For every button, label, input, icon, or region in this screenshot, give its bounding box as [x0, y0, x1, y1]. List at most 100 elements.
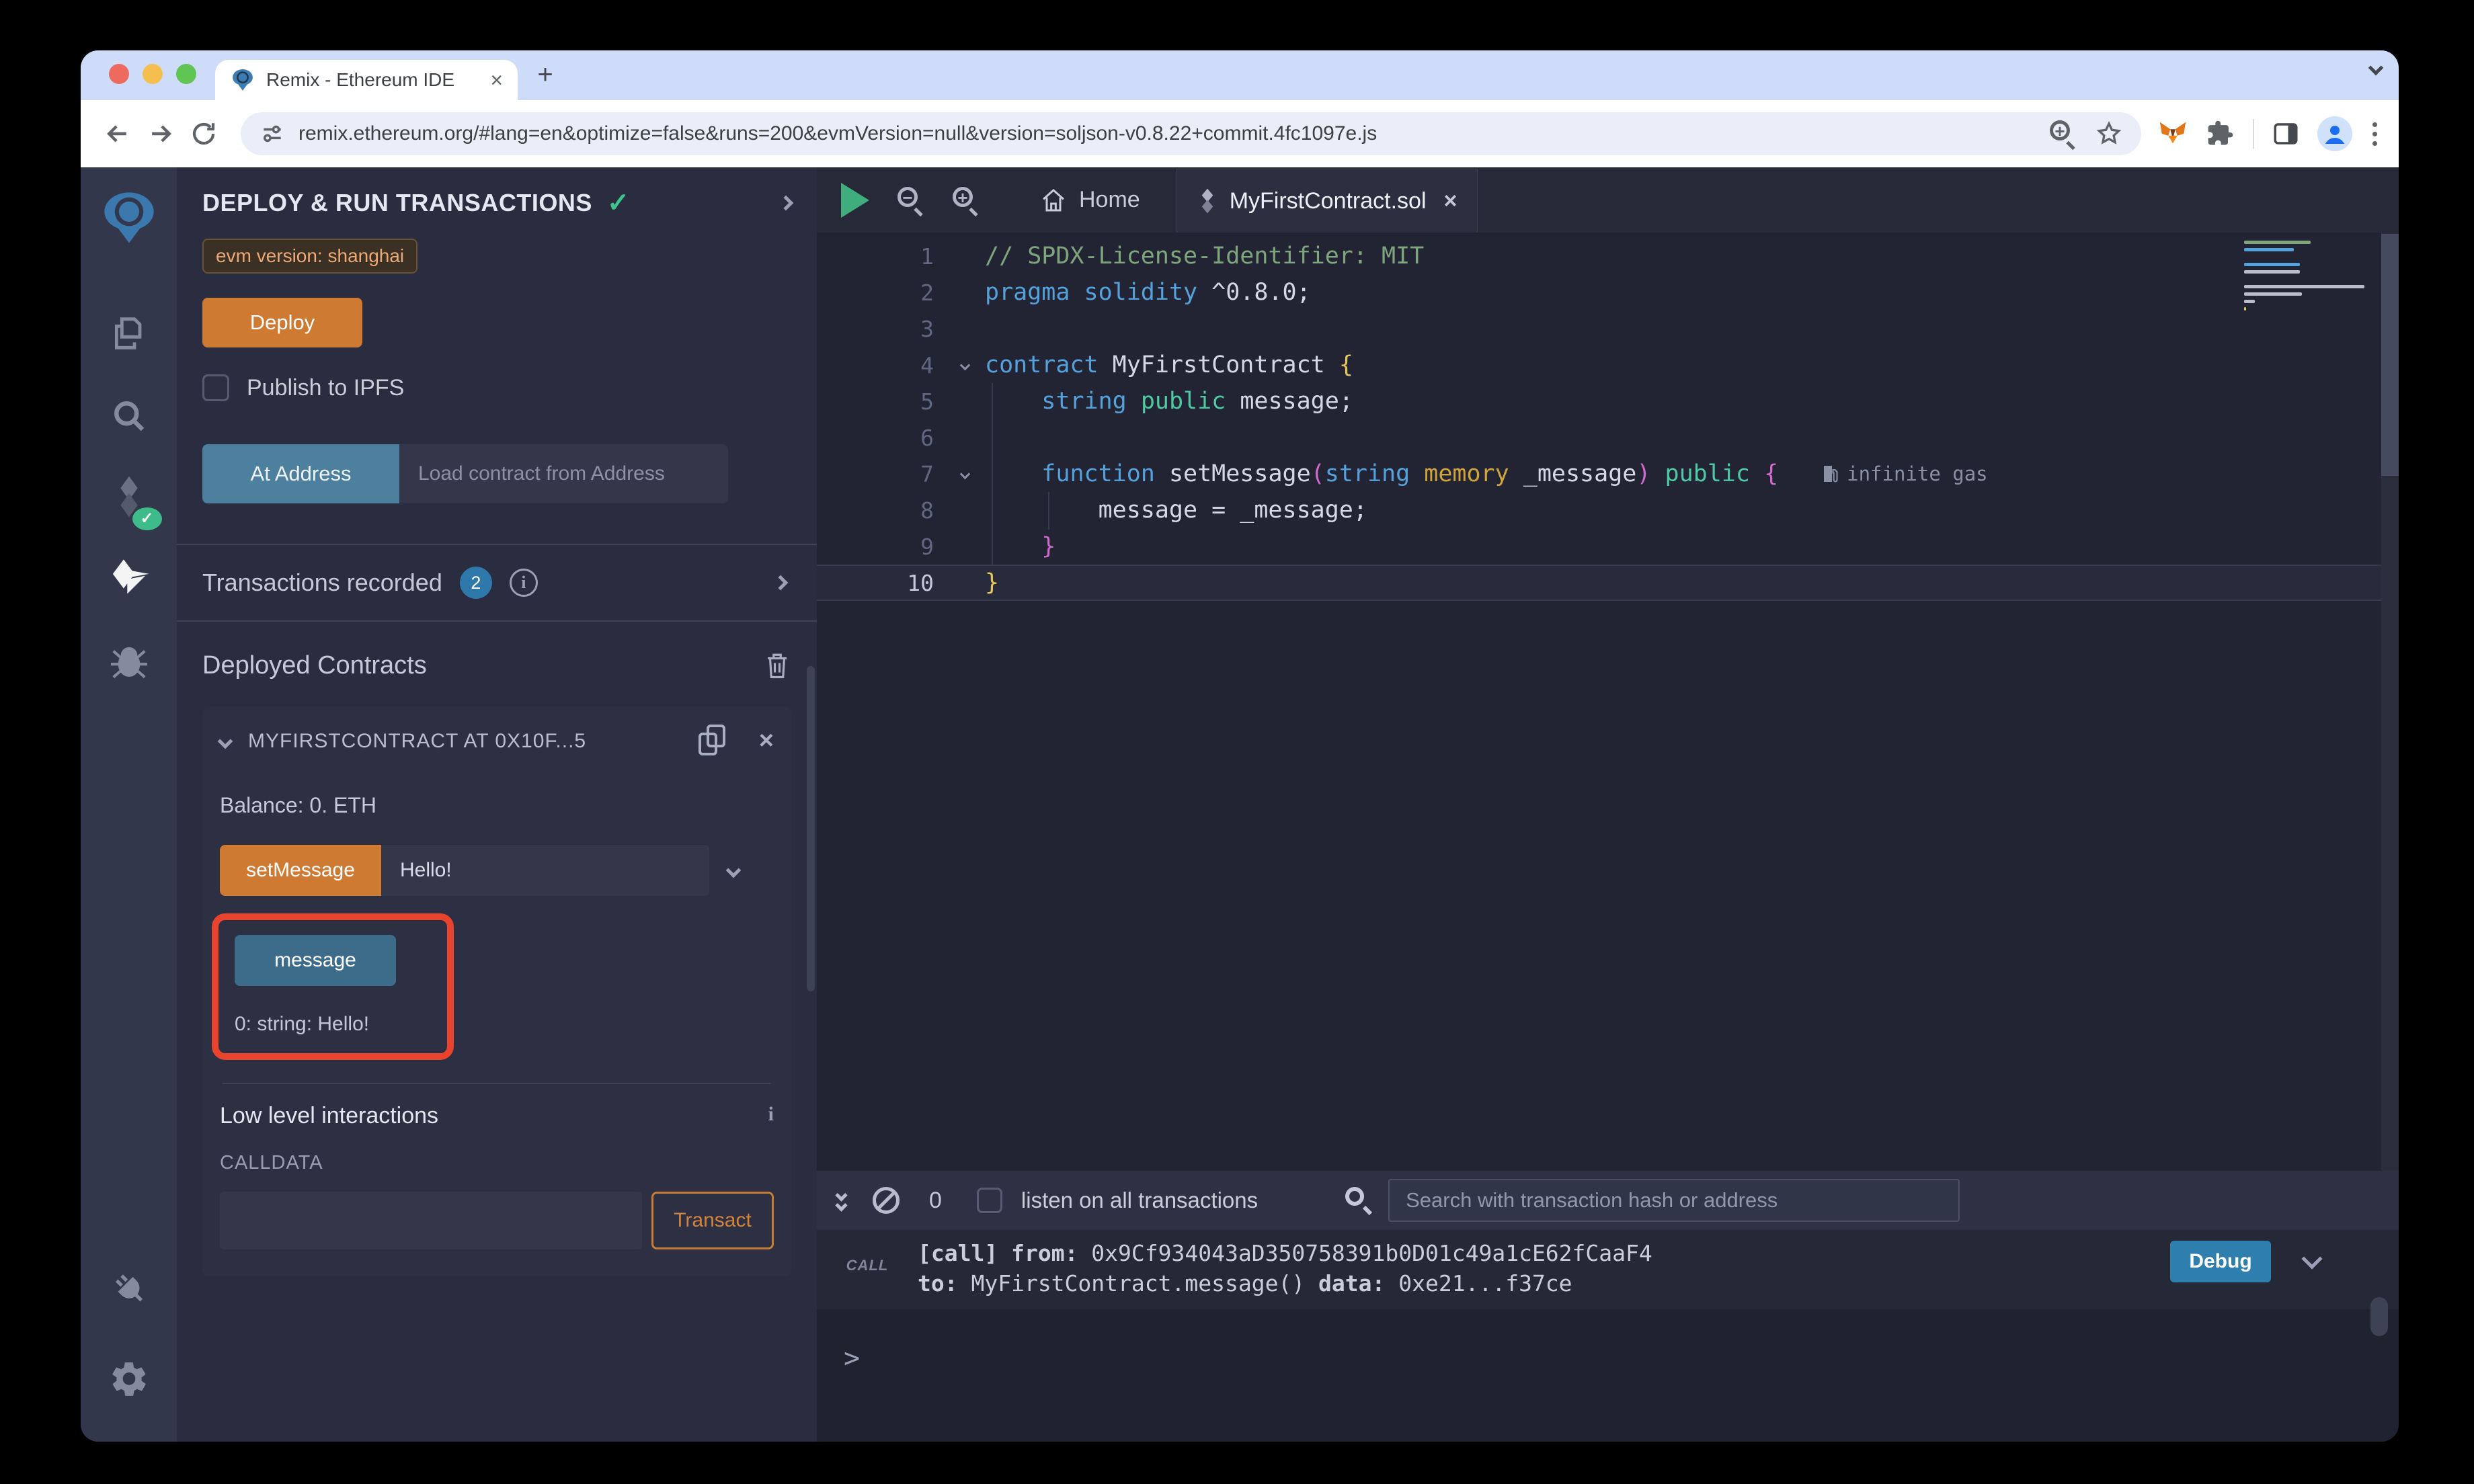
file-explorer-icon[interactable] [108, 312, 151, 358]
tab-search-icon[interactable] [2368, 60, 2384, 76]
deploy-run-icon[interactable] [106, 557, 153, 605]
code-line[interactable]: 2pragma solidity ^0.8.0; [817, 274, 2399, 311]
clear-console-icon[interactable] [873, 1187, 900, 1214]
remix-logo-icon[interactable] [98, 188, 160, 250]
tab-home[interactable]: Home [1020, 167, 1160, 233]
code-line[interactable]: 1// SPDX-License-Identifier: MIT [817, 238, 2399, 274]
editor-minimap[interactable] [2244, 237, 2372, 315]
contract-title: MYFIRSTCONTRACT AT 0X10F...5 [248, 730, 586, 753]
tab-myfirstcontract[interactable]: MyFirstContract.sol × [1176, 169, 1478, 233]
new-tab-button[interactable]: + [530, 60, 561, 91]
url-bar[interactable]: remix.ethereum.org/#lang=en&optimize=fal… [241, 112, 2141, 155]
zoom-page-icon[interactable]: + [2050, 120, 2077, 147]
terminal-scrollbar-thumb[interactable] [2370, 1297, 2388, 1336]
reload-icon[interactable] [186, 116, 222, 152]
toolbar-divider [2253, 119, 2254, 149]
url-text[interactable]: remix.ethereum.org/#lang=en&optimize=fal… [298, 122, 1377, 145]
tab-close-icon[interactable]: × [490, 69, 503, 91]
code-line[interactable]: 6 [817, 419, 2399, 456]
transactions-expand-icon[interactable] [773, 575, 789, 591]
close-window-button[interactable] [109, 64, 129, 84]
code-line[interactable]: 7 function setMessage(string memory _mes… [817, 456, 2399, 492]
zoom-out-icon[interactable]: − [897, 187, 924, 214]
terminal: 0 listen on all transactions CALL [call]… [817, 1171, 2399, 1442]
browser-tab[interactable]: Remix - Ethereum IDE × [215, 60, 518, 100]
publish-ipfs-checkbox[interactable] [202, 374, 229, 401]
code-line[interactable]: 5 string public message; [817, 383, 2399, 419]
code-line[interactable]: 10} [817, 565, 2399, 601]
deploy-button[interactable]: Deploy [202, 298, 362, 347]
low-level-header: Low level interactions i [220, 1103, 774, 1129]
panel-header: DEPLOY & RUN TRANSACTIONS ✓ [202, 188, 791, 218]
annotation-highlight-box: message 0: string: Hello! [212, 913, 454, 1060]
code-line[interactable]: 9 } [817, 528, 2399, 565]
log-entry-call[interactable]: CALL [call] from: 0x9Cf934043aD350758391… [817, 1230, 2399, 1309]
window-controls[interactable] [109, 64, 196, 84]
close-file-tab-icon[interactable]: × [1444, 188, 1458, 214]
code-line[interactable]: 8 message = _message; [817, 492, 2399, 528]
contract-collapse-icon[interactable] [218, 733, 233, 749]
debugger-icon[interactable] [108, 641, 150, 684]
code-editor[interactable]: 1// SPDX-License-Identifier: MIT2pragma … [817, 233, 2399, 1171]
editor-scrollbar[interactable] [2381, 233, 2399, 1171]
metamask-icon[interactable] [2157, 118, 2188, 149]
zoom-in-icon[interactable]: + [953, 187, 980, 214]
log-call-badge: CALL [817, 1238, 918, 1298]
terminal-collapse-icon[interactable] [837, 1191, 846, 1210]
indent-guide [1048, 492, 1049, 530]
message-button[interactable]: message [235, 935, 396, 986]
calldata-input[interactable] [220, 1192, 642, 1249]
site-settings-icon[interactable] [260, 121, 285, 147]
transactions-recorded-row[interactable]: Transactions recorded 2 i [202, 545, 791, 620]
settings-gear-icon[interactable] [109, 1359, 149, 1403]
code-line[interactable]: 3 [817, 311, 2399, 347]
remix-app: ✓ [81, 167, 2399, 1442]
run-script-icon[interactable] [841, 183, 869, 218]
low-level-info-icon[interactable]: i [768, 1103, 774, 1126]
search-icon[interactable] [109, 396, 149, 440]
editor-area: − + Home MyFirstContract.sol × 1/ [817, 167, 2399, 1442]
bookmark-star-icon[interactable] [2096, 120, 2122, 147]
back-icon[interactable] [99, 116, 136, 152]
home-icon [1040, 187, 1067, 214]
forward-icon[interactable] [143, 116, 179, 152]
maximize-window-button[interactable] [176, 64, 196, 84]
calldata-label: CALLDATA [220, 1152, 774, 1174]
panel-scrollbar[interactable] [807, 666, 815, 991]
expand-params-icon[interactable] [726, 863, 742, 878]
at-address-button[interactable]: At Address [202, 444, 399, 503]
message-output: 0: string: Hello! [235, 1013, 447, 1036]
set-message-button[interactable]: setMessage [220, 845, 381, 896]
menu-dots-icon[interactable] [2370, 120, 2380, 149]
terminal-search-input[interactable] [1388, 1179, 1960, 1222]
log-expand-icon[interactable] [2301, 1248, 2322, 1269]
publish-ipfs-label: Publish to IPFS [247, 375, 404, 401]
compiled-check-icon: ✓ [607, 188, 630, 218]
listen-all-checkbox[interactable] [977, 1188, 1002, 1213]
listen-all-label: listen on all transactions [1021, 1188, 1258, 1213]
profile-avatar[interactable] [2317, 116, 2352, 151]
contract-card-header[interactable]: MYFIRSTCONTRACT AT 0X10F...5 × [220, 727, 774, 755]
panel-collapse-icon[interactable] [779, 196, 794, 211]
solidity-file-icon [1197, 188, 1218, 214]
at-address-input[interactable] [399, 444, 728, 503]
code-line[interactable]: 4contract MyFirstContract { [817, 347, 2399, 383]
gas-pump-icon [1821, 464, 1839, 484]
editor-scrollbar-thumb[interactable] [2381, 234, 2399, 476]
set-message-input[interactable]: Hello! [381, 845, 709, 896]
plugin-manager-icon[interactable] [108, 1270, 150, 1315]
trash-icon[interactable] [763, 650, 791, 681]
minimize-window-button[interactable] [143, 64, 163, 84]
gas-estimate-annotation: infinite gas [1821, 462, 1988, 485]
remove-contract-icon[interactable]: × [759, 727, 774, 755]
set-message-row: setMessage Hello! [220, 845, 774, 896]
transact-button[interactable]: Transact [651, 1192, 774, 1249]
copy-address-icon[interactable] [699, 727, 721, 755]
debug-button[interactable]: Debug [2170, 1241, 2271, 1282]
terminal-prompt[interactable]: > [844, 1343, 860, 1374]
solidity-compiler-icon[interactable]: ✓ [108, 475, 150, 522]
terminal-log[interactable]: CALL [call] from: 0x9Cf934043aD350758391… [817, 1230, 2399, 1442]
side-panel-icon[interactable] [2272, 120, 2300, 148]
extensions-puzzle-icon[interactable] [2206, 119, 2235, 149]
transactions-info-icon[interactable]: i [510, 569, 538, 597]
